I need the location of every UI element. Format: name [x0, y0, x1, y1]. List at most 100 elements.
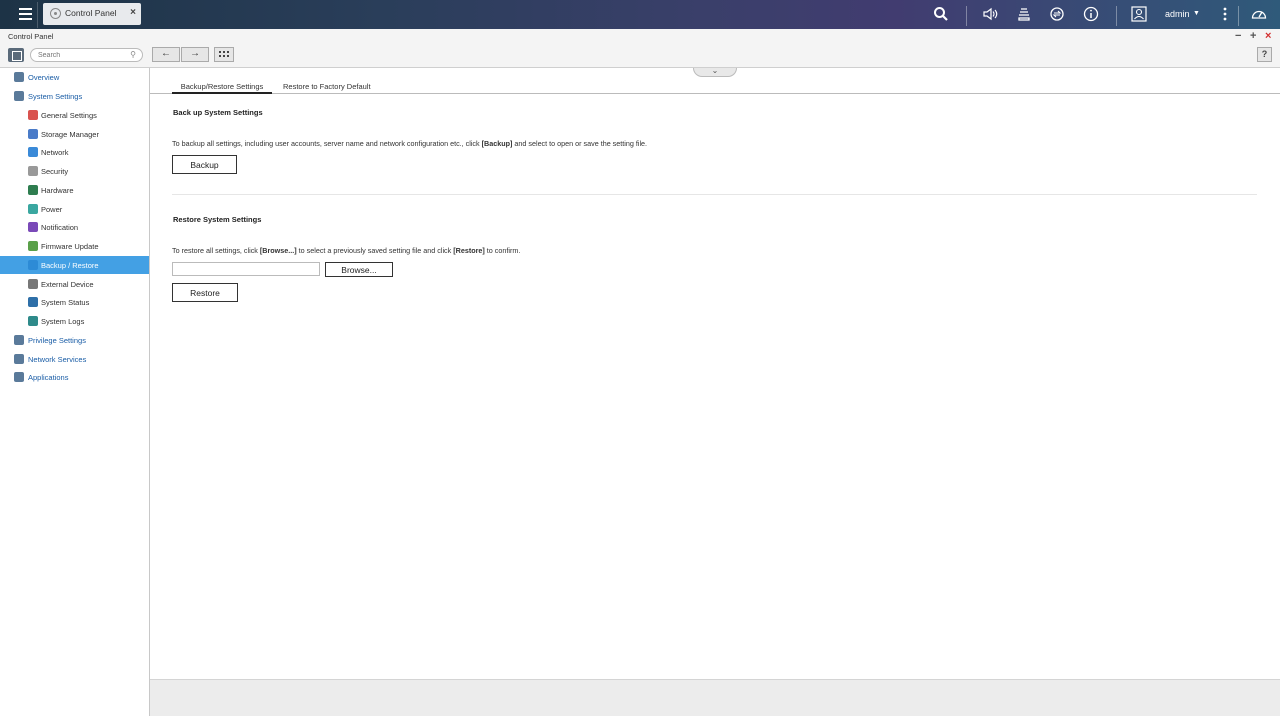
more-options-icon[interactable]: [1217, 6, 1233, 22]
background-tasks-icon[interactable]: [1016, 6, 1032, 22]
hamburger-icon-line: [19, 18, 32, 20]
sidebar-item-label: Backup / Restore: [41, 261, 99, 270]
maximize-icon[interactable]: +: [1250, 30, 1256, 42]
user-icon: [14, 335, 24, 345]
desc-bold: [Backup]: [481, 139, 513, 148]
general-settings-icon: [28, 110, 38, 120]
file-path-field[interactable]: [172, 262, 320, 276]
sidebar-item-general-settings[interactable]: General Settings: [0, 106, 149, 124]
view-toggle-button[interactable]: [8, 48, 24, 62]
sidebar-item-label: General Settings: [41, 111, 97, 120]
sidebar-item-label: External Device: [41, 280, 94, 289]
collapse-handle[interactable]: ⌄: [693, 67, 737, 77]
gear-icon: [14, 91, 24, 101]
browse-button[interactable]: Browse...: [325, 262, 393, 277]
backup-description: To backup all settings, including user a…: [172, 139, 647, 148]
sidebar-item-label: Storage Manager: [41, 130, 99, 139]
overview-icon: [14, 72, 24, 82]
divider: [1238, 6, 1239, 26]
hamburger-icon-line: [19, 13, 32, 15]
sidebar-item-label: Overview: [28, 73, 60, 82]
system-status-icon: [28, 297, 38, 307]
user-menu[interactable]: admin: [1165, 9, 1190, 19]
volume-icon[interactable]: [982, 6, 998, 22]
user-avatar-icon[interactable]: [1131, 6, 1147, 22]
desc-bold: [Restore]: [453, 246, 485, 255]
app-tab-label: Control Panel: [65, 8, 117, 18]
sidebar-item-network[interactable]: Network: [0, 143, 149, 161]
sidebar-item-network-services[interactable]: Network Services: [0, 350, 149, 368]
desc-text: to select a previously saved setting fil…: [296, 246, 454, 255]
help-button[interactable]: ?: [1257, 47, 1272, 62]
sidebar-item-security[interactable]: Security: [0, 162, 149, 180]
main-menu-button[interactable]: [10, 2, 38, 28]
close-icon[interactable]: ×: [1265, 30, 1271, 42]
search-input[interactable]: [38, 51, 126, 60]
sidebar-item-system-logs[interactable]: System Logs: [0, 312, 149, 330]
notification-icon: [28, 222, 38, 232]
restore-section-title: Restore System Settings: [173, 215, 262, 224]
search-icon[interactable]: [933, 6, 949, 22]
globe-icon: [14, 354, 24, 364]
tab-backup-restore-settings[interactable]: Backup/Restore Settings: [172, 82, 272, 94]
sidebar: Overview System Settings General Settings S…: [0, 68, 150, 716]
sidebar-item-backup-restore[interactable]: Backup / Restore: [0, 256, 149, 274]
sidebar-item-label: Firmware Update: [41, 242, 99, 251]
sidebar-item-overview[interactable]: Overview: [0, 68, 149, 86]
sidebar-item-label: Network Services: [28, 355, 87, 364]
sidebar-item-firmware-update[interactable]: Firmware Update: [0, 237, 149, 255]
sidebar-item-label: System Settings: [28, 92, 83, 101]
window-title: Control Panel: [8, 32, 54, 41]
backup-button[interactable]: Backup: [172, 155, 237, 174]
desc-text: To restore all settings, click: [172, 246, 260, 255]
close-tab-icon[interactable]: ×: [130, 7, 136, 18]
chevron-down-icon[interactable]: ▼: [1193, 10, 1200, 17]
desc-text: to confirm.: [484, 246, 521, 255]
divider: [966, 6, 967, 26]
gear-icon: [50, 8, 61, 19]
sidebar-item-hardware[interactable]: Hardware: [0, 181, 149, 199]
info-icon[interactable]: [1083, 6, 1099, 22]
sync-icon[interactable]: [1049, 6, 1065, 22]
sidebar-item-label: System Logs: [41, 317, 85, 326]
sidebar-item-system-status[interactable]: System Status: [0, 293, 149, 311]
sidebar-item-label: Notification: [41, 223, 79, 232]
search-icon[interactable]: ⚲: [130, 50, 136, 59]
sidebar-item-label: Security: [41, 167, 69, 176]
sidebar-item-storage-manager[interactable]: Storage Manager: [0, 125, 149, 143]
minimize-icon[interactable]: −: [1235, 30, 1241, 42]
restore-button[interactable]: Restore: [172, 283, 238, 302]
sidebar-item-label: System Status: [41, 298, 90, 307]
sidebar-item-privilege-settings[interactable]: Privilege Settings: [0, 331, 149, 349]
sidebar-item-applications[interactable]: Applications: [0, 368, 149, 386]
sidebar-item-system-settings[interactable]: System Settings: [0, 87, 149, 105]
lock-icon: [28, 166, 38, 176]
sidebar-item-label: Network: [41, 148, 69, 157]
storage-icon: [28, 129, 38, 139]
sidebar-item-label: Privilege Settings: [28, 336, 86, 345]
section-divider: [172, 194, 1257, 195]
sidebar-item-notification[interactable]: Notification: [0, 218, 149, 236]
dashboard-icon[interactable]: [1251, 6, 1267, 22]
forward-button[interactable]: →: [181, 47, 209, 62]
sidebar-item-power[interactable]: Power: [0, 200, 149, 218]
top-bar: Control Panel × admin ▼: [0, 0, 1280, 29]
sidebar-item-label: Hardware: [41, 186, 74, 195]
sidebar-item-label: Applications: [28, 373, 69, 382]
desc-text: To backup all settings, including user a…: [172, 139, 482, 148]
system-logs-icon: [28, 316, 38, 326]
toolbar: ⚲ ← → ?: [0, 43, 1280, 68]
bottom-bar: [150, 679, 1280, 716]
main-content: ⌄ Backup/Restore Settings Restore to Fac…: [150, 67, 1280, 679]
app-tab-control-panel[interactable]: Control Panel ×: [43, 3, 141, 25]
sidebar-item-external-device[interactable]: External Device: [0, 275, 149, 293]
back-button[interactable]: ←: [152, 47, 180, 62]
app-grid-button[interactable]: [214, 47, 234, 62]
power-icon: [28, 204, 38, 214]
search-box[interactable]: ⚲: [30, 48, 143, 62]
tab-restore-factory-default[interactable]: Restore to Factory Default: [283, 82, 371, 91]
desc-bold: [Browse...]: [259, 246, 297, 255]
divider: [1116, 6, 1117, 26]
sidebar-item-label: Power: [41, 205, 63, 214]
applications-icon: [14, 372, 24, 382]
